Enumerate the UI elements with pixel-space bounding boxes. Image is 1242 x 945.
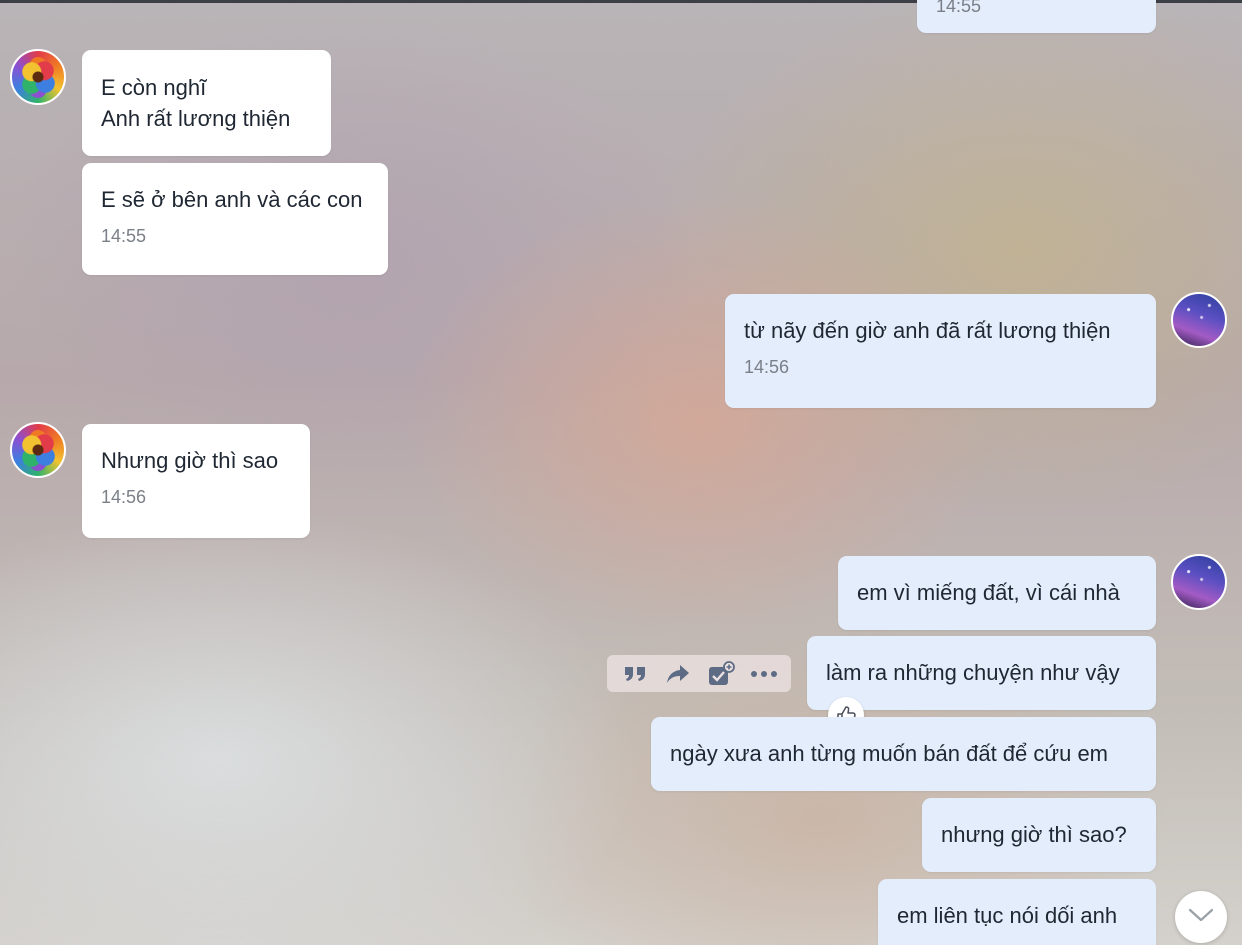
message-text: Anh rất lương thiện: [101, 106, 291, 131]
message-text: ngày xưa anh từng muốn bán đất để cứu em: [670, 741, 1109, 766]
message-text: em liên tục nói dối anh: [897, 903, 1118, 928]
message-time: 14:55: [936, 0, 982, 16]
message-bubble-outgoing[interactable]: em liên tục nói dối anh: [878, 879, 1156, 945]
message-text: nhưng giờ thì sao?: [941, 822, 1127, 847]
quote-icon[interactable]: [620, 659, 650, 689]
message-bubble-outgoing[interactable]: làm ra những chuyện như vậy: [807, 636, 1156, 710]
message-text: em vì miếng đất, vì cái nhà: [857, 580, 1120, 605]
contact-avatar[interactable]: [10, 422, 66, 478]
message-bubble-incoming[interactable]: E sẽ ở bên anh và các con 14:55: [82, 163, 388, 275]
message-text: E còn nghĩ: [101, 75, 207, 100]
my-avatar[interactable]: [1171, 554, 1227, 610]
message-action-toolbar: [607, 655, 791, 692]
message-time: 14:55: [101, 226, 147, 246]
message-bubble-outgoing[interactable]: từ nãy đến giờ anh đã rất lương thiện 14…: [725, 294, 1156, 408]
chevron-down-icon: [1188, 907, 1214, 928]
message-text: Nhưng giờ thì sao: [101, 448, 279, 473]
message-bubble-outgoing-partial[interactable]: 14:55: [917, 0, 1156, 33]
scroll-to-bottom-button[interactable]: [1175, 891, 1227, 943]
message-text: E sẽ ở bên anh và các con: [101, 187, 363, 212]
message-time: 14:56: [744, 357, 790, 377]
message-text: làm ra những chuyện như vậy: [826, 660, 1120, 685]
message-time: 14:56: [101, 487, 147, 507]
message-bubble-incoming[interactable]: E còn nghĩ Anh rất lương thiện: [82, 50, 331, 156]
message-bubble-outgoing[interactable]: nhưng giờ thì sao?: [922, 798, 1156, 872]
contact-avatar[interactable]: [10, 49, 66, 105]
message-text: từ nãy đến giờ anh đã rất lương thiện: [744, 318, 1111, 343]
message-bubble-outgoing[interactable]: ngày xưa anh từng muốn bán đất để cứu em: [651, 717, 1156, 791]
forward-icon[interactable]: [663, 659, 693, 689]
task-icon[interactable]: [706, 659, 736, 689]
my-avatar[interactable]: [1171, 292, 1227, 348]
more-icon[interactable]: [749, 659, 779, 689]
message-bubble-incoming[interactable]: Nhưng giờ thì sao 14:56: [82, 424, 310, 538]
message-bubble-outgoing[interactable]: em vì miếng đất, vì cái nhà: [838, 556, 1156, 630]
